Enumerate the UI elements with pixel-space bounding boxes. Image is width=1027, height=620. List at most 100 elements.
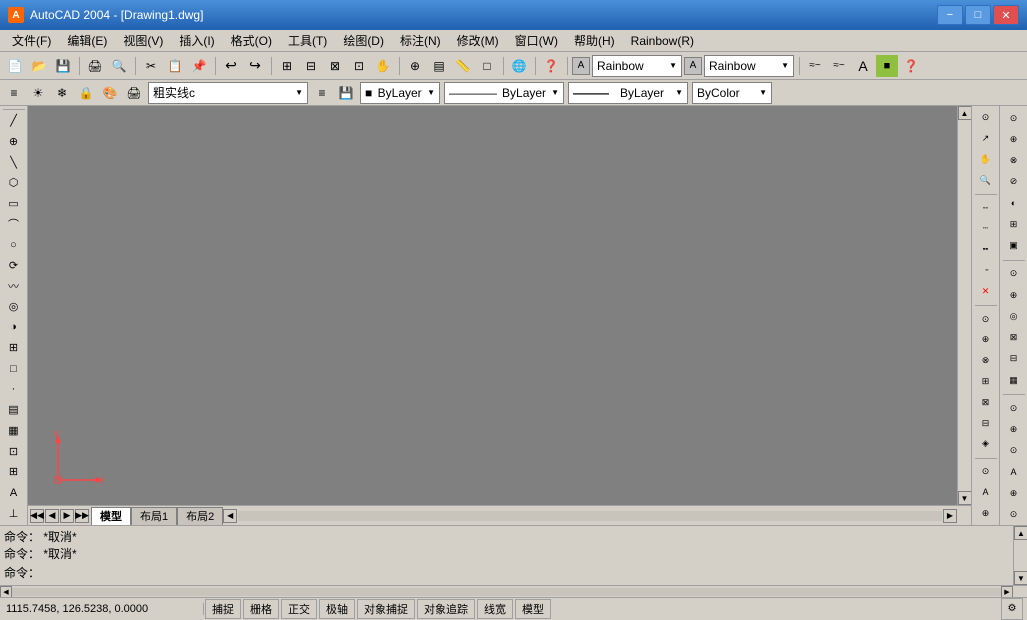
menu-item-f[interactable]: 文件(F) <box>4 30 59 51</box>
re-8[interactable]: ⊙ <box>1003 264 1025 284</box>
help2[interactable]: ❓ <box>900 55 922 77</box>
paste-button[interactable]: 📌 <box>188 55 210 77</box>
layer-color-icon[interactable]: 🎨 <box>100 83 120 103</box>
rt-s6[interactable]: ⊟ <box>975 413 997 433</box>
re-2[interactable]: ⊕ <box>1003 129 1025 149</box>
cmd-input-field[interactable] <box>44 565 1009 581</box>
osnap-btn[interactable]: 对象捕捉 <box>357 599 415 619</box>
re-6[interactable]: ⊞ <box>1003 214 1025 234</box>
plotstyle-dropdown[interactable]: ByColor ▼ <box>692 82 772 104</box>
rt-r4[interactable]: ╶ <box>975 261 997 281</box>
layer-dropdown[interactable]: 粗实线c ▼ <box>148 82 308 104</box>
zoom-window[interactable]: ⊞ <box>276 55 298 77</box>
vscroll-track[interactable] <box>958 120 972 491</box>
cmd-hscroll-right[interactable]: ▶ <box>1001 586 1013 598</box>
re-10[interactable]: ◎ <box>1003 306 1025 326</box>
draw-tol[interactable]: ⊥ <box>3 503 25 523</box>
draw-ellipse-arc[interactable]: ◑ <box>3 317 25 337</box>
area-btn[interactable]: □ <box>476 55 498 77</box>
draw-polyline[interactable]: ╲ <box>3 152 25 172</box>
re-14[interactable]: ⊙ <box>1003 398 1025 418</box>
draw-ellipse[interactable]: ◎ <box>3 297 25 317</box>
linetype-dropdown[interactable]: ———— ByLayer ▼ <box>444 82 564 104</box>
rt-t3[interactable]: ⊕ <box>975 503 997 523</box>
re-9[interactable]: ⊕ <box>1003 285 1025 305</box>
rt-s1[interactable]: ⊙ <box>975 309 997 329</box>
draw-table[interactable]: ⊞ <box>3 462 25 482</box>
vscroll[interactable]: ▲ ▼ <box>957 106 971 505</box>
otrack-btn[interactable]: 对象追踪 <box>417 599 475 619</box>
re-5[interactable]: ◐ <box>1003 193 1025 213</box>
match-prop[interactable]: ⊕ <box>404 55 426 77</box>
insert-block[interactable]: ⊞ <box>3 338 25 358</box>
rt-r1[interactable]: ╌ <box>975 198 997 218</box>
redo-button[interactable]: ↪ <box>244 55 266 77</box>
snap-btn[interactable]: 捕捉 <box>205 599 241 619</box>
re-15[interactable]: ⊕ <box>1003 420 1025 440</box>
dist-btn[interactable]: 📏 <box>452 55 474 77</box>
layer-freeze-icon[interactable]: ❄ <box>52 83 72 103</box>
layer-save-icon[interactable]: 💾 <box>336 83 356 103</box>
zoom-real[interactable]: ⊟ <box>300 55 322 77</box>
draw-hatch[interactable]: ▤ <box>3 400 25 420</box>
draw-spline[interactable]: 〰 <box>3 276 25 296</box>
ortho-btn[interactable]: 正交 <box>281 599 317 619</box>
hscroll-track[interactable] <box>238 511 942 521</box>
menu-item-o[interactable]: 格式(O) <box>223 30 280 51</box>
draw-point[interactable]: · <box>3 379 25 399</box>
menu-item-e[interactable]: 编辑(E) <box>59 30 115 51</box>
rt-s5[interactable]: ⊠ <box>975 392 997 412</box>
vscroll-up[interactable]: ▲ <box>958 106 972 120</box>
rainbow-extra-2[interactable]: ≈~ <box>828 55 850 77</box>
menu-item-v[interactable]: 视图(V) <box>115 30 171 51</box>
menu-item-w[interactable]: 窗口(W) <box>507 30 566 51</box>
cut-button[interactable]: ✂ <box>140 55 162 77</box>
layer-print-icon[interactable]: 🖨 <box>124 83 144 103</box>
rainbow-extra-1[interactable]: ≈~ <box>804 55 826 77</box>
draw-mtext[interactable]: A <box>3 483 25 503</box>
draw-arc[interactable]: ⌒ <box>3 214 25 234</box>
rt-r2[interactable]: ┄ <box>975 219 997 239</box>
tab-next[interactable]: ▶ <box>60 509 74 523</box>
rt-t1[interactable]: ⊙ <box>975 462 997 482</box>
rt-rainbow-x[interactable]: ✕ <box>975 281 997 301</box>
3d-orbit[interactable]: 🌐 <box>508 55 530 77</box>
rt-r3[interactable]: ╍ <box>975 240 997 260</box>
re-19[interactable]: ⊙ <box>1003 505 1025 525</box>
re-16[interactable]: ⊙ <box>1003 441 1025 461</box>
draw-line[interactable]: ╱ <box>3 111 25 131</box>
tab-layout1[interactable]: 布局1 <box>131 507 177 525</box>
rt-cursor[interactable]: ↗ <box>975 129 997 149</box>
rt-s7[interactable]: ◈ <box>975 434 997 454</box>
make-block[interactable]: □ <box>3 359 25 379</box>
layer-prop[interactable]: ▤ <box>428 55 450 77</box>
rt-pan[interactable]: ✋ <box>975 150 997 170</box>
vscroll-down[interactable]: ▼ <box>958 491 972 505</box>
draw-circle[interactable]: ○ <box>3 235 25 255</box>
cmd-vscroll[interactable]: ▲ ▼ <box>1013 526 1027 585</box>
draw-gradient[interactable]: ▦ <box>3 421 25 441</box>
draw-revision[interactable]: ⟳ <box>3 255 25 275</box>
preview-button[interactable]: 🔍 <box>108 55 130 77</box>
rt-s4[interactable]: ⊞ <box>975 372 997 392</box>
new-button[interactable]: 📄 <box>4 55 26 77</box>
cmd-hscroll-left[interactable]: ◀ <box>0 586 12 598</box>
rt-s3[interactable]: ⊗ <box>975 351 997 371</box>
hscroll-left[interactable]: ◀ <box>223 509 237 523</box>
hscroll[interactable]: ◀ ▶ <box>223 509 957 523</box>
minimize-button[interactable]: − <box>937 5 963 25</box>
copy-button[interactable]: 📋 <box>164 55 186 77</box>
status-icon[interactable]: ⚙ <box>1001 598 1023 620</box>
maximize-button[interactable]: □ <box>965 5 991 25</box>
rainbow-dropdown-2[interactable]: Rainbow ▼ <box>704 55 794 77</box>
re-18[interactable]: ⊕ <box>1003 483 1025 503</box>
tab-model[interactable]: 模型 <box>91 507 131 525</box>
rt-s2[interactable]: ⊕ <box>975 330 997 350</box>
layer-prop-btn[interactable]: ≡ <box>312 83 332 103</box>
re-13[interactable]: ▦ <box>1003 370 1025 390</box>
canvas-area[interactable]: X Y <box>28 106 957 505</box>
re-1[interactable]: ⊙ <box>1003 108 1025 128</box>
tab-first[interactable]: ◀◀ <box>30 509 44 523</box>
polar-btn[interactable]: 极轴 <box>319 599 355 619</box>
tab-last[interactable]: ▶▶ <box>75 509 89 523</box>
